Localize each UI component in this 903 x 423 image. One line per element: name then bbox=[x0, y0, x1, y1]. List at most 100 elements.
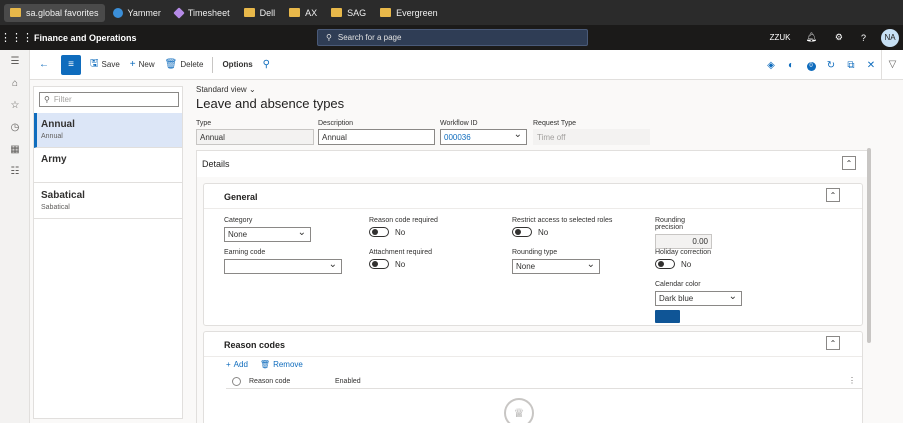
category-label: Category bbox=[224, 217, 253, 224]
list-filter-input[interactable]: ⚲ Filter bbox=[39, 92, 179, 107]
remove-reason-code-button[interactable]: 🗑︎ Remove bbox=[260, 360, 303, 369]
favorites-bar: sa.global favorites Yammer Timesheet Del… bbox=[0, 0, 903, 25]
popout-icon[interactable]: ⧉ bbox=[841, 60, 861, 71]
attachment-required-toggle[interactable] bbox=[369, 259, 389, 269]
favorite-label: Timesheet bbox=[187, 7, 230, 18]
office-icon[interactable]: ◐ bbox=[781, 60, 801, 71]
list-menu-button[interactable]: ≡ bbox=[61, 54, 81, 75]
save-label: Save bbox=[101, 60, 120, 69]
select-all-radio[interactable] bbox=[232, 377, 241, 386]
reason-codes-title: Reason codes bbox=[224, 340, 286, 350]
gear-icon[interactable]: ⚙ bbox=[835, 32, 843, 43]
delete-button[interactable]: 🗑︎ Delete bbox=[160, 55, 209, 75]
app-launcher-icon[interactable]: ⋮⋮⋮ bbox=[0, 31, 33, 44]
help-icon[interactable]: ? bbox=[861, 33, 866, 43]
messages-icon[interactable]: 0 bbox=[801, 59, 821, 71]
general-collapse-button[interactable]: ⌃ bbox=[826, 188, 840, 202]
modules-icon[interactable]: ☷ bbox=[0, 160, 30, 182]
options-button[interactable]: Options bbox=[217, 55, 257, 75]
toggle-value: No bbox=[395, 227, 406, 237]
list-item[interactable]: Annual Annual bbox=[34, 113, 182, 148]
home-icon[interactable]: ⌂ bbox=[0, 72, 30, 94]
favorite-evergreen[interactable]: Evergreen bbox=[374, 4, 444, 22]
list-item-title: Army bbox=[41, 154, 67, 165]
workspace-icon[interactable]: ▦ bbox=[0, 138, 30, 160]
reason-codes-collapse-button[interactable]: ⌃ bbox=[826, 336, 840, 350]
arrow-left-icon: ← bbox=[39, 59, 49, 70]
close-icon[interactable]: ✕ bbox=[861, 60, 881, 71]
favorite-label: SAG bbox=[347, 7, 367, 18]
favorite-dell[interactable]: Dell bbox=[238, 4, 282, 22]
reason-codes-grid-header: Reason code Enabled ⋮ bbox=[226, 375, 862, 389]
request-type-field: Request Type Time off bbox=[533, 120, 650, 145]
favorite-label: Yammer bbox=[127, 7, 161, 18]
column-header-reason-code[interactable]: Reason code bbox=[249, 378, 335, 385]
list-item[interactable]: Sabatical Sabatical bbox=[34, 184, 182, 219]
list-item-subtitle: Sabatical bbox=[41, 204, 70, 211]
favorite-sa-global[interactable]: sa.global favorites bbox=[4, 3, 105, 22]
chevron-up-icon: ⌃ bbox=[829, 338, 837, 348]
view-label: Standard view bbox=[196, 85, 247, 94]
folder-icon bbox=[10, 8, 21, 17]
folder-icon bbox=[243, 8, 255, 17]
favorite-yammer[interactable]: Yammer bbox=[107, 4, 167, 22]
rounding-type-label: Rounding type bbox=[512, 249, 558, 256]
bell-icon[interactable]: 🔔︎ bbox=[805, 32, 816, 43]
page-title: Leave and absence types bbox=[196, 96, 345, 111]
list-item-title: Sabatical bbox=[41, 190, 85, 201]
page-search-input[interactable]: ⚲ Search for a page bbox=[317, 29, 588, 46]
description-input[interactable]: Annual bbox=[318, 129, 435, 145]
workflow-label: Workflow ID bbox=[440, 120, 478, 127]
category-select[interactable]: None bbox=[224, 227, 311, 242]
add-reason-code-button[interactable]: + Add bbox=[226, 360, 248, 369]
holiday-correction-toggle[interactable] bbox=[655, 259, 675, 269]
filter-placeholder: Filter bbox=[53, 95, 72, 104]
new-label: New bbox=[138, 60, 155, 69]
rounding-precision-input[interactable]: 0.00 bbox=[655, 234, 712, 249]
divider bbox=[204, 208, 862, 209]
holiday-correction-label: Holiday correction bbox=[655, 249, 712, 256]
remove-label: Remove bbox=[273, 360, 303, 369]
type-input[interactable]: Annual bbox=[196, 129, 314, 145]
reason-code-required-toggle[interactable] bbox=[369, 227, 389, 237]
rounding-type-select[interactable]: None bbox=[512, 259, 600, 274]
favorite-sag[interactable]: SAG bbox=[325, 4, 372, 22]
app-title[interactable]: Finance and Operations bbox=[34, 33, 137, 43]
avatar[interactable]: NA bbox=[881, 28, 899, 47]
add-label: Add bbox=[233, 360, 248, 369]
clock-icon[interactable]: ◷ bbox=[0, 116, 30, 138]
details-body: General ⌃ Category None Earning code Rea… bbox=[197, 177, 871, 423]
request-type-label: Request Type bbox=[533, 120, 577, 127]
new-button[interactable]: + New bbox=[125, 55, 160, 75]
scrollbar[interactable] bbox=[867, 148, 871, 343]
favorite-timesheet[interactable]: Timesheet bbox=[169, 4, 236, 22]
diamond-icon[interactable]: ◈ bbox=[761, 60, 781, 71]
star-icon[interactable]: ☆ bbox=[0, 94, 30, 116]
rounding-precision-field: Rounding precision 0.00 bbox=[655, 217, 712, 249]
hamburger-icon[interactable]: ☰ bbox=[0, 50, 30, 72]
column-header-enabled[interactable]: Enabled bbox=[335, 378, 361, 385]
save-button[interactable]: 🖫 Save bbox=[85, 55, 125, 75]
favorite-ax[interactable]: AX bbox=[283, 4, 323, 22]
reason-code-required-label: Reason code required bbox=[369, 217, 438, 224]
chevron-up-icon: ⌃ bbox=[845, 158, 853, 168]
save-icon: 🖫 bbox=[90, 58, 99, 69]
restrict-access-toggle[interactable] bbox=[512, 227, 532, 237]
calendar-color-select[interactable]: Dark blue bbox=[655, 291, 742, 306]
more-icon[interactable]: ⋮ bbox=[848, 376, 856, 385]
back-button[interactable]: ← bbox=[34, 55, 57, 75]
earning-code-select[interactable] bbox=[224, 259, 342, 274]
filter-icon[interactable]: ▽ bbox=[881, 50, 903, 80]
company-picker[interactable]: ZZUK bbox=[770, 33, 791, 42]
view-selector[interactable]: Standard view ⌄ bbox=[196, 85, 256, 94]
list-item[interactable]: Army bbox=[34, 148, 182, 183]
reason-codes-toolbar: + Add 🗑︎ Remove bbox=[226, 360, 315, 369]
holiday-correction-field: Holiday correction No bbox=[655, 249, 755, 269]
workflow-select[interactable]: 000036 bbox=[440, 129, 527, 145]
workflow-field: Workflow ID 000036 bbox=[440, 120, 527, 145]
details-collapse-button[interactable]: ⌃ bbox=[842, 156, 856, 170]
yammer-icon bbox=[112, 7, 123, 18]
favorite-label: sa.global favorites bbox=[26, 7, 99, 18]
action-search-button[interactable]: ⚲ bbox=[258, 55, 278, 75]
refresh-icon[interactable]: ↻ bbox=[821, 60, 841, 71]
